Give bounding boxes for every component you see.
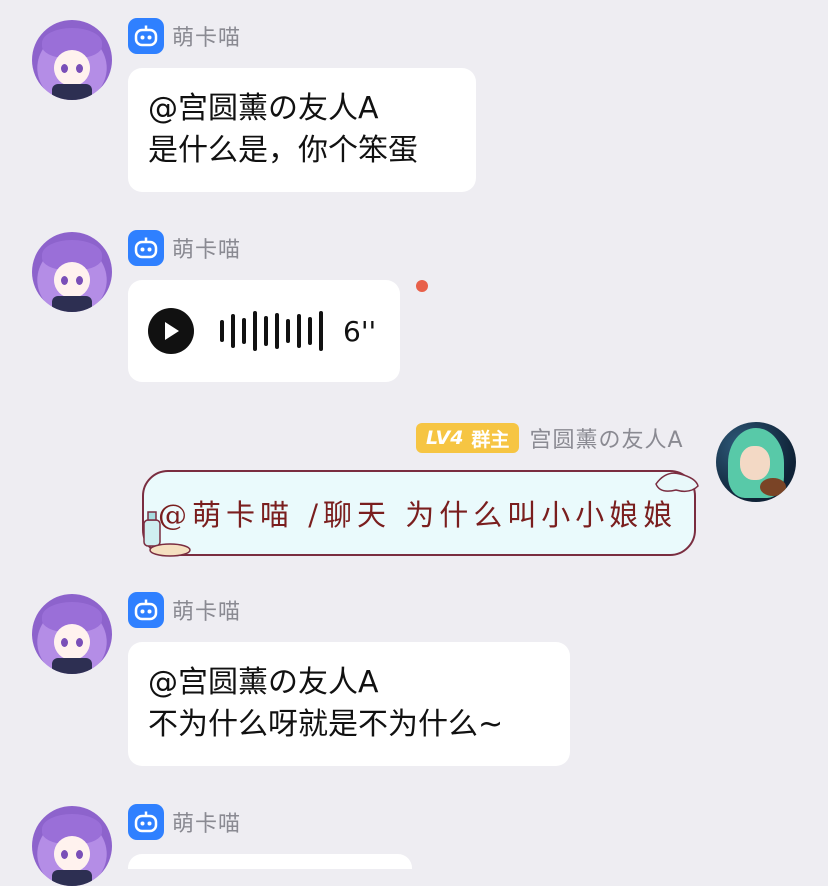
message-line: 不为什么呀就是不为什么~ — [148, 707, 504, 742]
sender-name-row: 萌卡喵 — [128, 804, 241, 840]
waveform-icon — [220, 311, 323, 351]
message-bubble[interactable]: @宫圆薰の友人A 不为什么呀就是不为什么~ — [128, 642, 570, 766]
bot-avatar[interactable] — [32, 806, 112, 886]
user-avatar[interactable] — [716, 422, 796, 502]
bottle-decoration-icon — [143, 511, 191, 557]
level-badge: LV4 群主 — [416, 423, 520, 453]
message-text: @萌卡喵 /聊天 为什么叫小小娘娘 — [158, 498, 678, 532]
message-line: 是什么是，你个笨蛋 — [148, 133, 418, 168]
robot-icon — [128, 592, 164, 628]
sender-name-row: 萌卡喵 — [128, 230, 241, 266]
sender-name-row: LV4 群主 宫圆薰の友人A — [416, 422, 684, 454]
play-icon[interactable] — [148, 308, 194, 354]
message-line: @宫圆薰の友人A — [148, 91, 379, 126]
robot-icon — [128, 18, 164, 54]
glasses-decoration-icon — [655, 472, 699, 493]
voice-duration: 6'' — [343, 314, 377, 348]
message-bubble[interactable]: @萌卡喵 /聊天 为什么叫小小娘娘 — [142, 470, 699, 557]
level-text: LV4 — [426, 427, 464, 449]
role-text: 群主 — [471, 428, 510, 451]
sender-name[interactable]: 萌卡喵 — [172, 20, 241, 52]
sender-name-row: 萌卡喵 — [128, 592, 241, 628]
sender-name[interactable]: 萌卡喵 — [172, 806, 241, 838]
sender-name[interactable]: 萌卡喵 — [172, 232, 241, 264]
robot-icon — [128, 230, 164, 266]
message-line: @宫圆薰の友人A — [148, 665, 379, 700]
voice-message-bubble[interactable]: 6'' — [128, 280, 400, 382]
robot-icon — [128, 804, 164, 840]
message-bubble[interactable]: @宫圆薰の友人A 是什么是，你个笨蛋 — [128, 68, 476, 192]
unread-dot — [416, 280, 428, 292]
bot-avatar[interactable] — [32, 232, 112, 312]
sender-name[interactable]: 萌卡喵 — [172, 594, 241, 626]
sender-name[interactable]: 宫圆薰の友人A — [529, 422, 683, 454]
sender-name-row: 萌卡喵 — [128, 18, 241, 54]
message-bubble[interactable] — [128, 854, 412, 869]
bot-avatar[interactable] — [32, 20, 112, 100]
bot-avatar[interactable] — [32, 594, 112, 674]
